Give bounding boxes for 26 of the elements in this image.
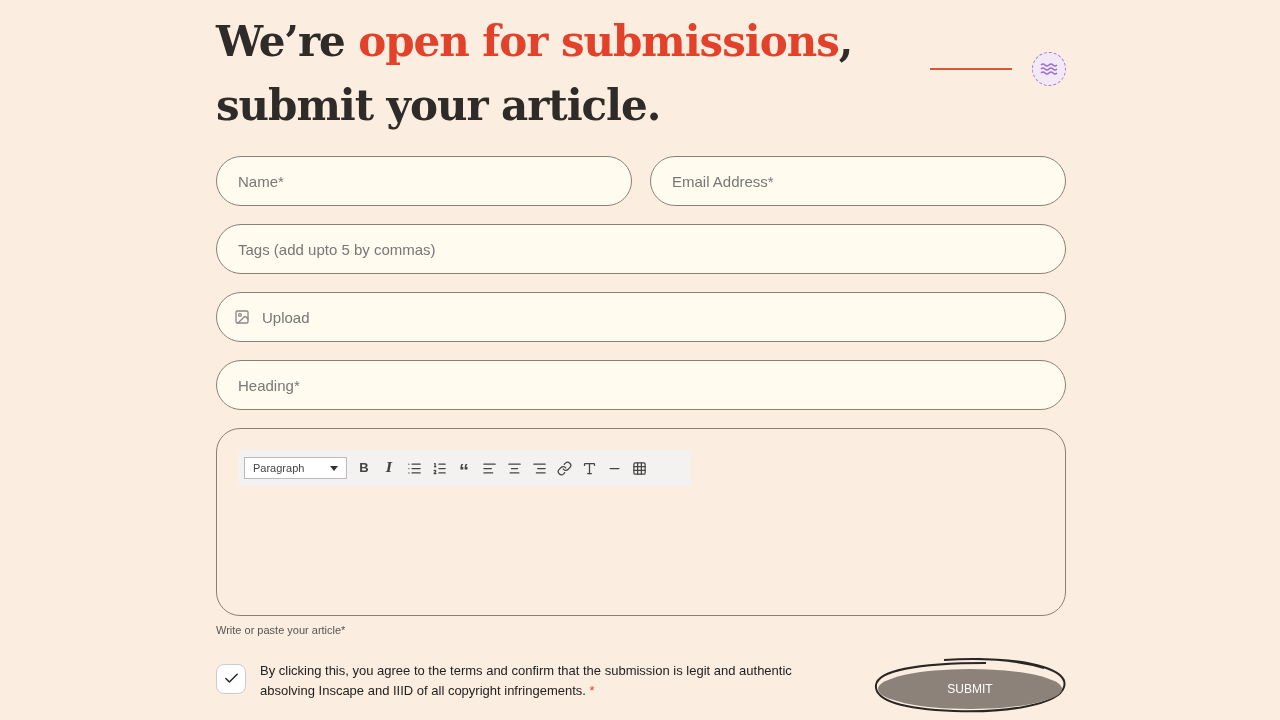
wave-icon <box>1032 52 1066 86</box>
quote-button[interactable]: “ <box>456 460 472 476</box>
bullet-list-icon[interactable] <box>406 460 422 476</box>
format-dropdown[interactable]: Paragraph <box>244 457 347 479</box>
upload-field[interactable]: Upload <box>216 292 1066 342</box>
table-icon[interactable] <box>631 460 647 476</box>
image-icon <box>234 309 250 325</box>
align-center-icon[interactable] <box>506 460 522 476</box>
link-icon[interactable] <box>556 460 572 476</box>
numbered-list-icon[interactable] <box>431 460 447 476</box>
align-left-icon[interactable] <box>481 460 497 476</box>
article-editor[interactable]: Paragraph B I “ <box>216 428 1066 616</box>
submit-button[interactable]: SUBMIT <box>878 668 1062 709</box>
caret-icon <box>330 465 338 471</box>
italic-button[interactable]: I <box>381 460 397 476</box>
input-field[interactable]: Email Address* <box>650 156 1066 206</box>
text-format-icon[interactable] <box>581 460 597 476</box>
editor-caption: Write or paste your article* <box>216 623 347 638</box>
input-field[interactable]: Tags (add upto 5 by commas) <box>216 224 1066 274</box>
consent-checkbox[interactable] <box>216 663 246 694</box>
input-field[interactable]: Name* <box>216 156 632 206</box>
align-right-icon[interactable] <box>531 460 547 476</box>
bold-button[interactable]: B <box>356 460 372 476</box>
input-field[interactable]: Heading* <box>216 360 1066 410</box>
page-heading: We’re open for submissions, submit your article. <box>216 16 853 132</box>
consent-text: By clicking this, you agree to the terms and confirm that the submission is legit and authentic absolving Inscape and IIID of all copyright infringements. * <box>260 661 793 700</box>
